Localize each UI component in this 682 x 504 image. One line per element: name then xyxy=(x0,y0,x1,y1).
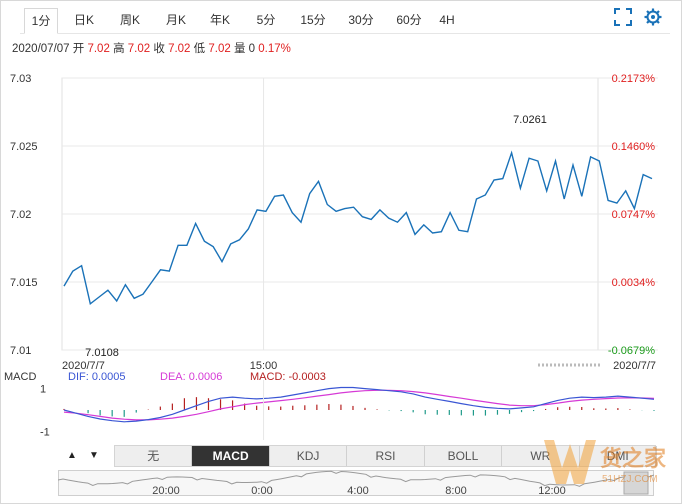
navigator-time-label: 0:00 xyxy=(251,485,272,497)
pct-tick-label: 0.1460% xyxy=(612,141,656,153)
tab-3[interactable]: 月K xyxy=(158,8,194,34)
price-line xyxy=(63,150,653,306)
volume-value: 0 xyxy=(248,43,256,55)
tab-5[interactable]: 5分 xyxy=(248,8,284,34)
watermark-logo: 货之家 51HZJ.COM xyxy=(544,440,667,485)
close-label: 收 xyxy=(153,43,165,55)
macd-y-tick: 1 xyxy=(40,384,46,396)
period-tabs: 1分 日K 周K 月K 年K 5分 15分 30分 60分 4H xyxy=(20,4,670,34)
quote-date: 2020/07/07 xyxy=(12,43,70,55)
fullscreen-icon[interactable] xyxy=(614,8,632,26)
y-tick-label: 7.025 xyxy=(10,141,38,153)
tab-2[interactable]: 周K xyxy=(112,8,148,34)
macd-legend-item: DIF: 0.0005 xyxy=(68,371,125,383)
macd-legend-item: DEA: 0.0006 xyxy=(160,371,222,383)
indicator-up-button[interactable]: ▲ xyxy=(62,446,82,466)
tab-4[interactable]: 年K xyxy=(202,8,238,34)
tab-1[interactable]: 日K xyxy=(66,8,102,34)
tab-0[interactable]: 1分 xyxy=(24,8,58,34)
high-label: 高 xyxy=(113,43,125,55)
pct-tick-label: 0.2173% xyxy=(612,73,656,85)
indicator-button-无[interactable]: 无 xyxy=(115,446,193,466)
change-value: 0.17% xyxy=(258,43,291,55)
navigator-time-label: 20:00 xyxy=(152,485,180,497)
quote-summary: 2020/07/07 开 7.02 高 7.02 收 7.02 低 7.02 量… xyxy=(12,40,291,56)
gear-icon[interactable] xyxy=(644,8,662,26)
pct-tick-label: -0.0679% xyxy=(608,345,655,357)
tab-9[interactable]: 4H xyxy=(432,8,462,34)
dif-line xyxy=(63,386,655,423)
high-value: 7.02 xyxy=(127,43,151,55)
navigator-time-label: 4:00 xyxy=(347,485,368,497)
pct-tick-label: 0.0034% xyxy=(612,277,656,289)
navigator-time-label: 8:00 xyxy=(445,485,466,497)
open-value: 7.02 xyxy=(87,43,110,55)
min-annotation: 7.0108 xyxy=(85,347,119,359)
indicator-button-rsi[interactable]: RSI xyxy=(347,446,425,466)
tab-7[interactable]: 30分 xyxy=(342,8,380,34)
logo-mark-icon xyxy=(544,440,596,484)
up-arrow-icon: ▲ xyxy=(67,450,77,461)
macd-title: MACD xyxy=(4,371,36,383)
indicator-button-macd[interactable]: MACD xyxy=(192,446,270,466)
macd-legend-item: MACD: -0.0003 xyxy=(250,371,326,383)
y-tick-label: 7.01 xyxy=(10,345,31,357)
tab-6[interactable]: 15分 xyxy=(294,8,332,34)
down-arrow-icon: ▼ xyxy=(89,450,99,461)
macd-y-tick: -1 xyxy=(40,426,50,438)
open-label: 开 xyxy=(72,43,85,55)
close-value: 7.02 xyxy=(168,43,191,55)
y-tick-label: 7.03 xyxy=(10,73,31,85)
pct-tick-label: 0.0747% xyxy=(612,209,656,221)
watermark-text: 货之家 xyxy=(600,446,667,471)
price-chart[interactable]: 7.03 7.025 7.02 7.015 7.01 0.2173% 0.1460% 0.07… xyxy=(0,60,682,370)
watermark-sub: 51HZJ.COM xyxy=(602,474,658,485)
low-label: 低 xyxy=(193,43,206,55)
volume-label: 量 xyxy=(233,43,246,55)
y-tick-label: 7.015 xyxy=(10,277,38,289)
max-annotation: 7.0261 xyxy=(513,114,547,126)
indicator-down-button[interactable]: ▼ xyxy=(84,446,104,466)
tab-8[interactable]: 60分 xyxy=(390,8,428,34)
indicator-button-kdj[interactable]: KDJ xyxy=(270,446,348,466)
low-value: 7.02 xyxy=(208,43,231,55)
indicator-button-boll[interactable]: BOLL xyxy=(425,446,503,466)
dea-line xyxy=(63,389,655,421)
y-tick-label: 7.02 xyxy=(10,209,31,221)
